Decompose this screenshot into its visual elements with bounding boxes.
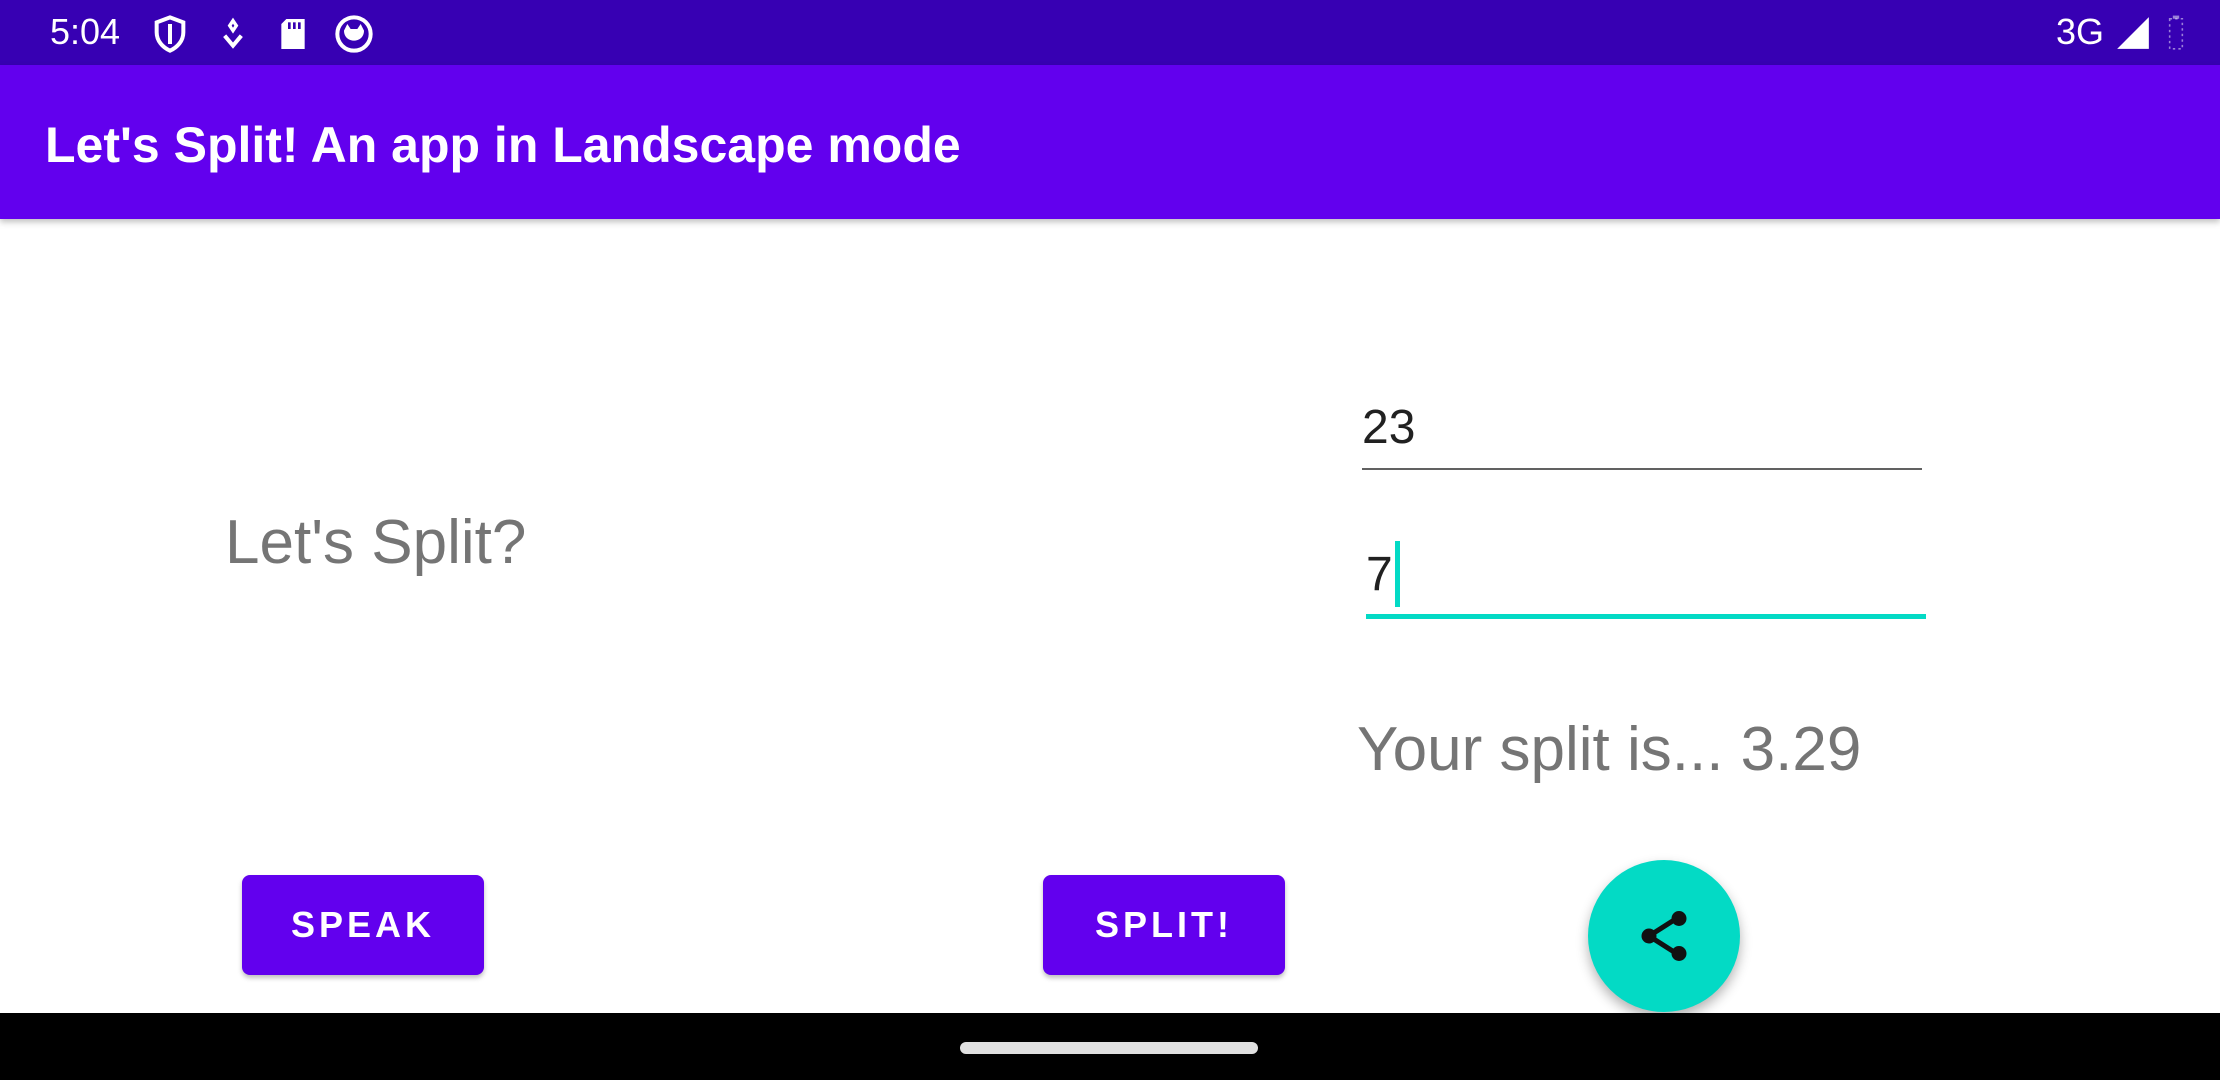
prompt-label: Let's Split? [225, 508, 527, 577]
sd-card-icon [273, 14, 313, 54]
people-count-field[interactable]: 7 [1366, 541, 1926, 619]
battery-icon [2164, 14, 2188, 52]
amount-value: 23 [1362, 401, 1416, 454]
app-bar: Let's Split! An app in Landscape mode [0, 65, 2220, 219]
signal-icon [2114, 14, 2152, 52]
status-bar: 5:04 3G [0, 0, 2220, 65]
share-fab[interactable] [1588, 860, 1740, 1012]
speak-button[interactable]: SPEAK [242, 875, 484, 975]
amount-field-underline [1362, 468, 1922, 470]
network-type-label: 3G [2055, 11, 2104, 52]
vpn-shield-icon [150, 14, 190, 54]
people-count-value: 7 [1366, 548, 1393, 601]
split-button[interactable]: SPLIT! [1043, 875, 1285, 975]
cat-face-icon [334, 14, 374, 54]
share-icon [1641, 911, 1687, 961]
people-count-value-wrap: 7 [1366, 541, 1400, 608]
home-gesture-handle[interactable] [960, 1042, 1258, 1054]
navigation-bar [0, 1013, 2220, 1080]
location-pin-icon [213, 14, 253, 54]
text-cursor [1394, 541, 1400, 608]
amount-field[interactable]: 23 [1362, 398, 1922, 470]
app-title: Let's Split! An app in Landscape mode [45, 117, 961, 173]
status-time: 5:04 [50, 11, 121, 52]
app-screen: 5:04 3G Let's Split! An app in Landscape… [0, 0, 2220, 1080]
people-field-underline [1366, 614, 1926, 619]
split-result: Your split is... 3.29 [1357, 715, 1862, 784]
